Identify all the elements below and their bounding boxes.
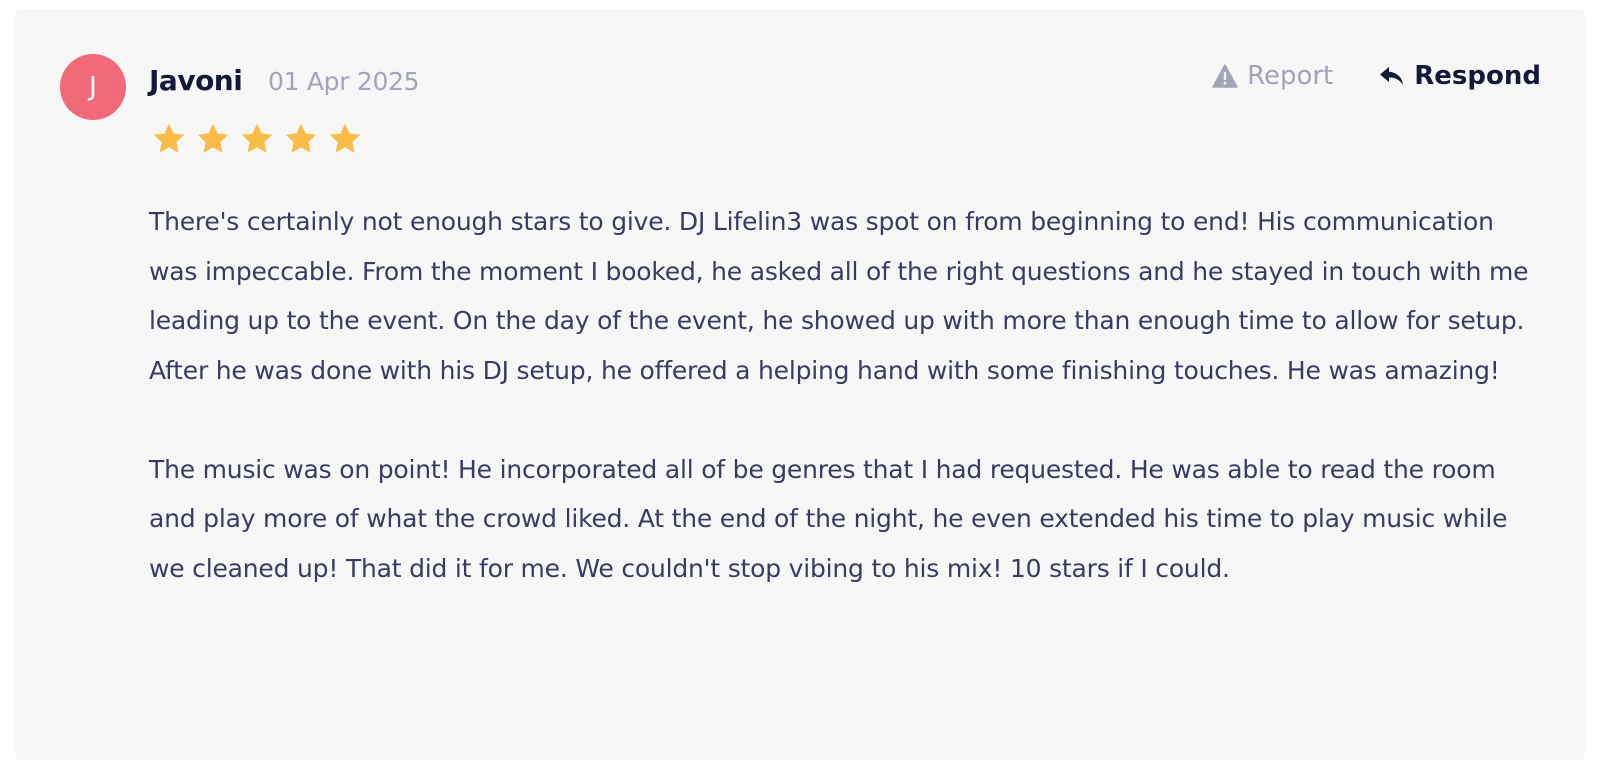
avatar: J	[60, 54, 126, 120]
review-body: There's certainly not enough stars to gi…	[149, 197, 1549, 593]
star-icon	[151, 121, 187, 157]
star-icon	[195, 121, 231, 157]
warning-triangle-icon	[1212, 64, 1238, 88]
star-icon	[283, 121, 319, 157]
review-paragraph: There's certainly not enough stars to gi…	[149, 207, 1529, 385]
star-rating	[151, 121, 363, 157]
review-date: 01 Apr 2025	[268, 67, 420, 96]
respond-label: Respond	[1414, 61, 1541, 91]
avatar-initial: J	[89, 72, 97, 102]
reply-arrow-icon	[1379, 64, 1405, 88]
review-paragraph: The music was on point! He incorporated …	[149, 454, 1508, 583]
report-label: Report	[1247, 61, 1334, 91]
star-icon	[327, 121, 363, 157]
review-card: J Javoni 01 Apr 2025 Report Respond Ther…	[15, 9, 1585, 760]
review-actions: Report Respond	[1212, 61, 1541, 91]
reviewer-name: Javoni	[149, 64, 243, 97]
respond-button[interactable]: Respond	[1379, 61, 1541, 91]
report-button[interactable]: Report	[1212, 61, 1333, 91]
star-icon	[239, 121, 275, 157]
